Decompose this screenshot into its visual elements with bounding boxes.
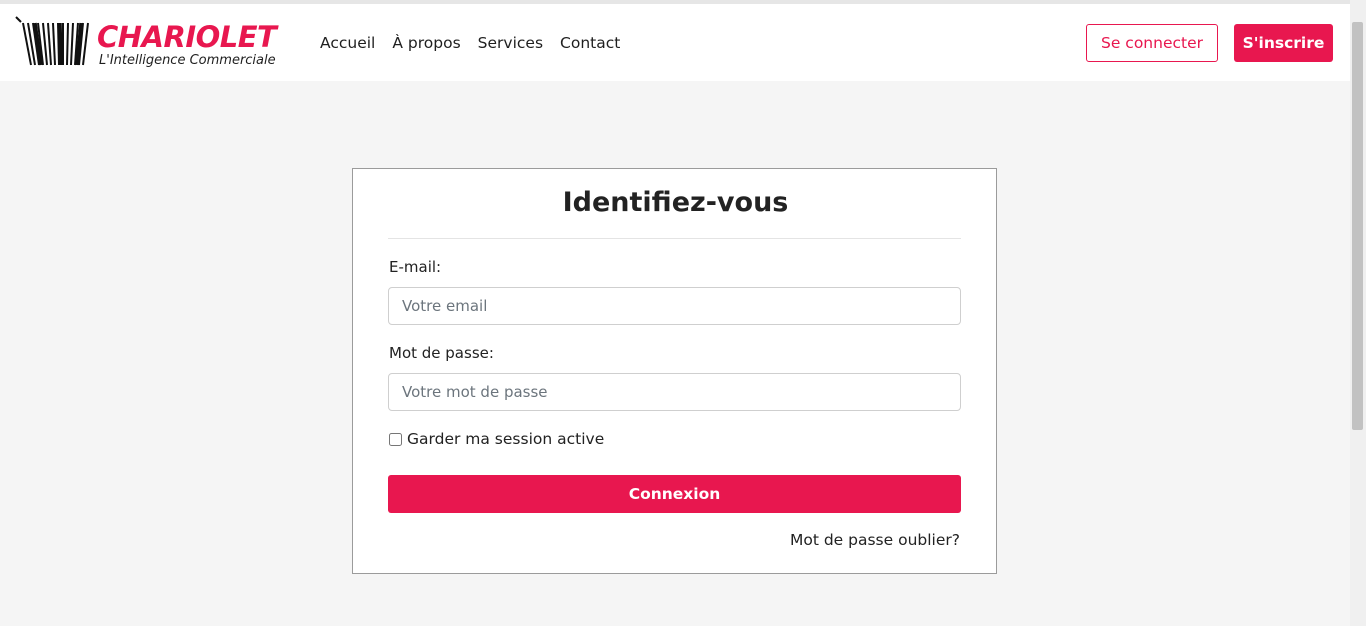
email-label: E-mail: xyxy=(389,258,442,276)
forgot-password-link[interactable]: Mot de passe oublier? xyxy=(790,531,960,549)
nav-link-contact[interactable]: Contact xyxy=(560,34,620,52)
main-nav: Accueil À propos Services Contact xyxy=(320,4,637,81)
email-input[interactable] xyxy=(388,287,961,325)
brand-tagline: L'Intelligence Commerciale xyxy=(99,53,276,68)
login-submit-button[interactable]: Connexion xyxy=(388,475,961,513)
remember-checkbox[interactable] xyxy=(389,432,402,446)
brand-name: CHARIOLET xyxy=(97,20,277,54)
scrollbar-thumb[interactable] xyxy=(1352,22,1363,430)
navbar: CHARIOLET L'Intelligence Commerciale Acc… xyxy=(0,4,1350,81)
title-divider xyxy=(388,238,961,239)
password-label: Mot de passe: xyxy=(389,344,494,362)
cart-barcode-icon xyxy=(15,16,89,66)
login-nav-button[interactable]: Se connecter xyxy=(1086,24,1218,62)
signup-nav-button[interactable]: S'inscrire xyxy=(1234,24,1333,62)
page-scrollbar[interactable] xyxy=(1350,0,1366,626)
remember-label[interactable]: Garder ma session active xyxy=(407,430,604,448)
nav-link-accueil[interactable]: Accueil xyxy=(320,34,375,52)
login-card: Identifiez-vous E-mail: Mot de passe: Ga… xyxy=(352,168,997,574)
remember-row: Garder ma session active xyxy=(389,430,604,448)
login-title: Identifiez-vous xyxy=(562,187,789,218)
brand-logo[interactable]: CHARIOLET L'Intelligence Commerciale xyxy=(15,16,300,72)
nav-link-services[interactable]: Services xyxy=(478,34,543,52)
nav-link-a-propos[interactable]: À propos xyxy=(392,34,460,52)
password-input[interactable] xyxy=(388,373,961,411)
